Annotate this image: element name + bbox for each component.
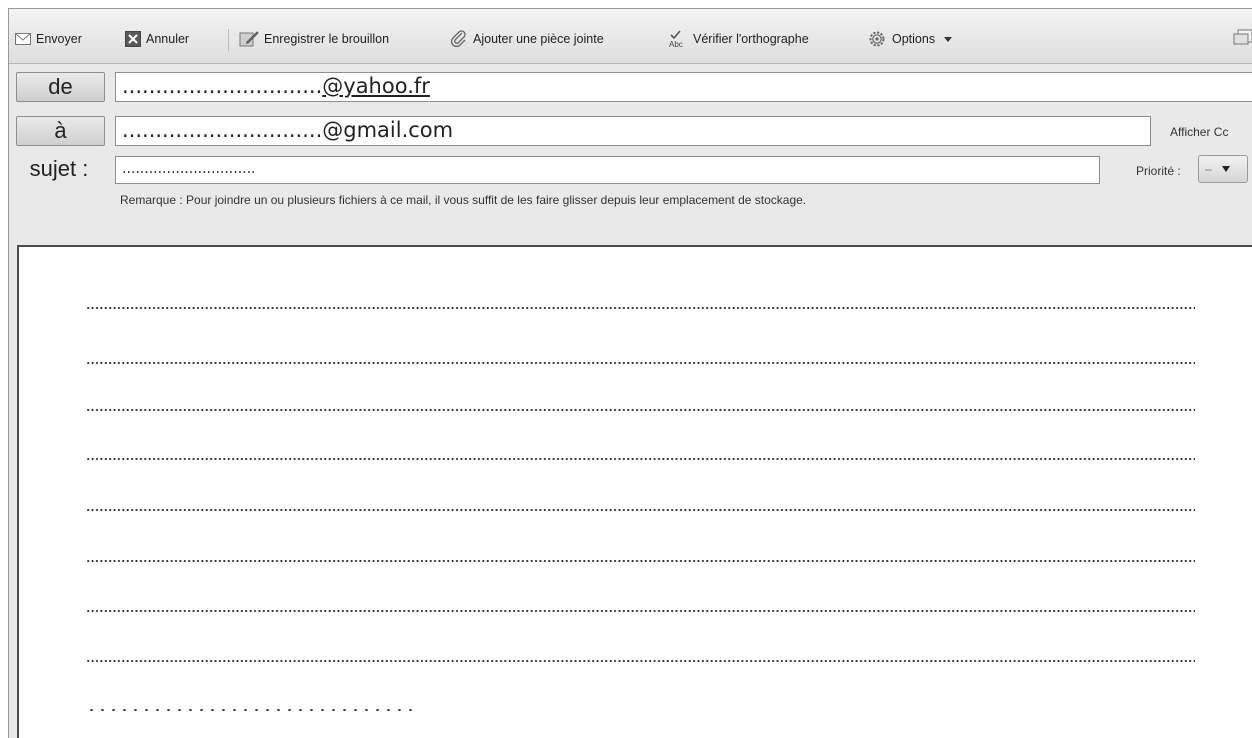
toolbar-divider [228,29,229,51]
show-cc-link[interactable]: Afficher Cc [1170,125,1228,139]
subject-value: .............................. [122,161,256,177]
body-line [86,409,1195,411]
options-label: Options [892,32,936,46]
attachment-remark: Remarque : Pour joindre un ou plusieurs … [120,193,807,207]
spellcheck-label: Vérifier l'orthographe [693,32,809,46]
attach-button[interactable]: Ajouter une pièce jointe [450,28,604,50]
send-label: Envoyer [36,32,82,46]
priority-select[interactable]: – [1198,155,1248,183]
to-label-button[interactable]: à [16,116,105,146]
save-draft-icon [239,30,259,48]
chevron-down-icon [1221,166,1230,172]
save-draft-label: Enregistrer le brouillon [264,32,390,46]
message-body[interactable] [17,245,1252,738]
compose-window: Envoyer Annuler Enregistrer le brouillon… [8,8,1252,738]
cancel-label: Annuler [146,32,190,46]
toolbar: Envoyer Annuler Enregistrer le brouillon… [9,9,1252,64]
envelope-icon [15,33,31,45]
attach-label: Ajouter une pièce jointe [473,32,604,46]
cancel-button[interactable]: Annuler [125,28,189,50]
to-field[interactable]: ..............................@gmail.com [115,116,1151,146]
from-field[interactable]: ..............................@yahoo.fr [115,72,1252,102]
body-line [86,660,1195,662]
spellcheck-icon: Abc [668,29,688,49]
gear-icon [867,29,887,49]
subject-field[interactable]: .............................. [115,156,1100,184]
body-line [86,509,1195,511]
body-line [86,560,1195,562]
svg-text:Abc: Abc [669,40,683,49]
close-box-icon [125,31,141,47]
priority-value: – [1205,162,1212,176]
body-line [86,362,1195,364]
save-draft-button[interactable]: Enregistrer le brouillon [239,28,389,50]
paperclip-icon [450,30,468,48]
body-line-short [86,709,418,711]
body-line [86,610,1195,612]
subject-label: sujet : [29,156,89,181]
body-line [86,307,1195,309]
from-prefix: .............................. [122,74,323,98]
to-value: ..............................@gmail.com [122,118,454,142]
window-toggle-icon[interactable] [1232,28,1252,51]
from-domain: @yahoo.fr [322,74,430,98]
chevron-down-icon [944,36,953,42]
options-menu[interactable]: Options [867,28,953,50]
priority-label: Priorité : [1136,164,1181,178]
send-button[interactable]: Envoyer [15,28,82,50]
spellcheck-button[interactable]: Abc Vérifier l'orthographe [668,28,809,50]
from-label-button[interactable]: de [16,72,105,102]
body-line [86,458,1195,460]
